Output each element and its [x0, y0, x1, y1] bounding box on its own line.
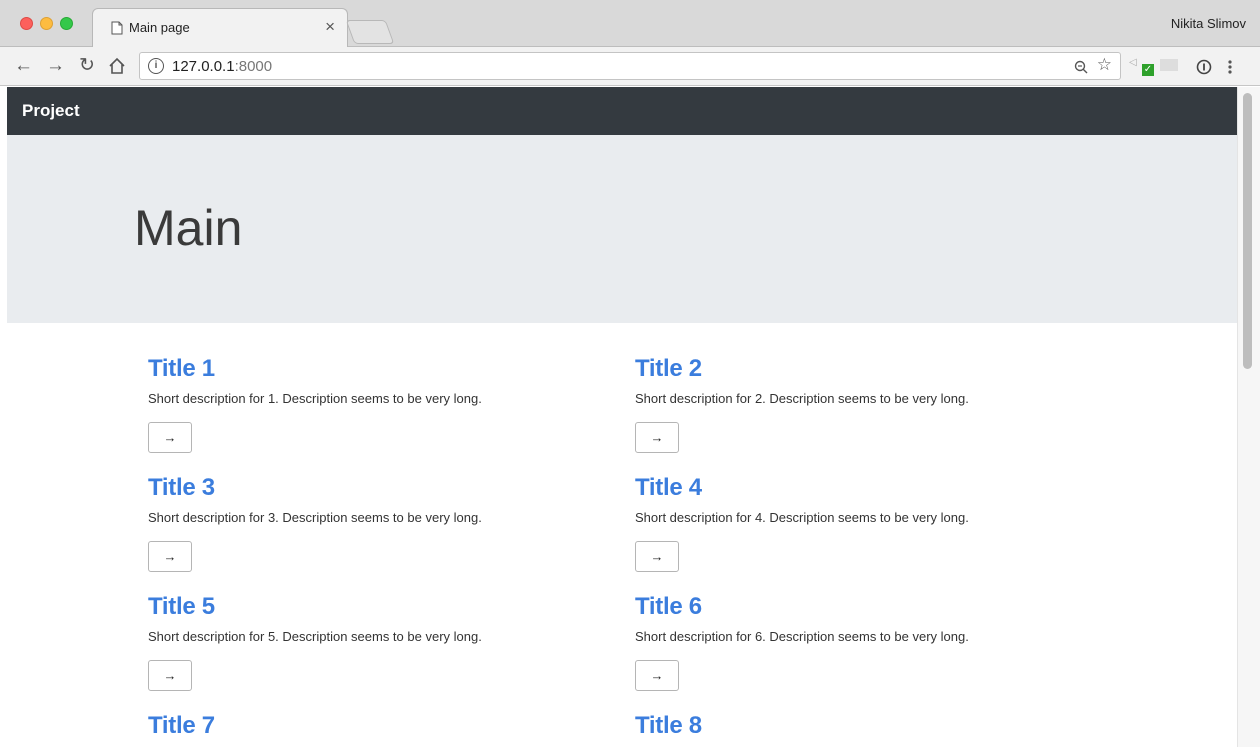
card-title[interactable]: Title 1 — [148, 355, 608, 383]
address-bar[interactable]: i 127.0.0.1:8000 ☆ — [139, 52, 1121, 80]
tab-strip: Main page × Nikita Slimov — [0, 0, 1260, 48]
page-viewport: Project Main Title 1 Short description f… — [7, 87, 1237, 747]
tab-main-page[interactable]: Main page × — [92, 8, 348, 48]
browser-toolbar: ← → ↻ i 127.0.0.1:8000 ☆ ◁ ✓ — [0, 47, 1260, 86]
page-title: Main — [134, 200, 243, 256]
card-8: Title 8 — [635, 712, 1095, 740]
card-description: Short description for 4. Description see… — [635, 510, 969, 525]
extension-signal-icon[interactable]: ◁ — [1129, 57, 1137, 68]
card-7: Title 7 — [148, 712, 608, 740]
card-open-button[interactable]: → — [635, 541, 679, 572]
extension-crx-icon[interactable] — [1160, 59, 1178, 71]
card-open-button[interactable]: → — [148, 422, 192, 453]
menu-icon[interactable] — [1227, 59, 1233, 75]
navbar-brand[interactable]: Project — [22, 101, 80, 121]
zoom-icon[interactable] — [1074, 60, 1088, 74]
new-tab-button[interactable] — [345, 20, 395, 44]
maximize-window-button[interactable] — [60, 17, 73, 30]
document-icon — [111, 21, 123, 35]
card-title[interactable]: Title 2 — [635, 355, 1095, 383]
card-4: Title 4 Short description for 4. Descrip… — [635, 474, 1095, 572]
card-title[interactable]: Title 4 — [635, 474, 1095, 502]
navbar: Project — [7, 87, 1237, 135]
minimize-window-button[interactable] — [40, 17, 53, 30]
url-port: :8000 — [234, 58, 273, 75]
card-open-button[interactable]: → — [148, 660, 192, 691]
url-host: 127.0.0.1 — [172, 58, 235, 75]
card-3: Title 3 Short description for 3. Descrip… — [148, 474, 608, 572]
tab-close-icon[interactable]: × — [325, 17, 335, 37]
card-5: Title 5 Short description for 5. Descrip… — [148, 593, 608, 691]
url-text[interactable]: 127.0.0.1:8000 — [172, 58, 272, 75]
tab-title: Main page — [129, 20, 190, 35]
card-title[interactable]: Title 6 — [635, 593, 1095, 621]
card-6: Title 6 Short description for 6. Descrip… — [635, 593, 1095, 691]
card-open-button[interactable]: → — [148, 541, 192, 572]
card-title[interactable]: Title 8 — [635, 712, 1095, 740]
card-2: Title 2 Short description for 2. Descrip… — [635, 355, 1095, 453]
close-window-button[interactable] — [20, 17, 33, 30]
back-icon[interactable]: ← — [14, 55, 33, 77]
reload-icon[interactable]: ↻ — [79, 55, 95, 77]
extension-check-icon[interactable]: ✓ — [1142, 64, 1154, 76]
scrollbar-thumb[interactable] — [1243, 93, 1252, 369]
forward-icon[interactable]: → — [46, 55, 65, 77]
card-open-button[interactable]: → — [635, 422, 679, 453]
profile-name[interactable]: Nikita Slimov — [1171, 16, 1246, 31]
card-description: Short description for 2. Description see… — [635, 391, 969, 406]
info-icon[interactable]: i — [148, 58, 164, 74]
card-title[interactable]: Title 3 — [148, 474, 608, 502]
vertical-scrollbar[interactable] — [1237, 87, 1260, 747]
card-open-button[interactable]: → — [635, 660, 679, 691]
jumbotron: Main — [7, 135, 1237, 323]
star-icon[interactable]: ☆ — [1097, 55, 1112, 75]
card-title[interactable]: Title 7 — [148, 712, 608, 740]
card-1: Title 1 Short description for 1. Descrip… — [148, 355, 608, 453]
extension-icon[interactable] — [1196, 59, 1212, 75]
card-description: Short description for 1. Description see… — [148, 391, 482, 406]
card-description: Short description for 6. Description see… — [635, 629, 969, 644]
card-description: Short description for 5. Description see… — [148, 629, 482, 644]
home-icon[interactable] — [108, 57, 126, 75]
card-description: Short description for 3. Description see… — [148, 510, 482, 525]
card-title[interactable]: Title 5 — [148, 593, 608, 621]
